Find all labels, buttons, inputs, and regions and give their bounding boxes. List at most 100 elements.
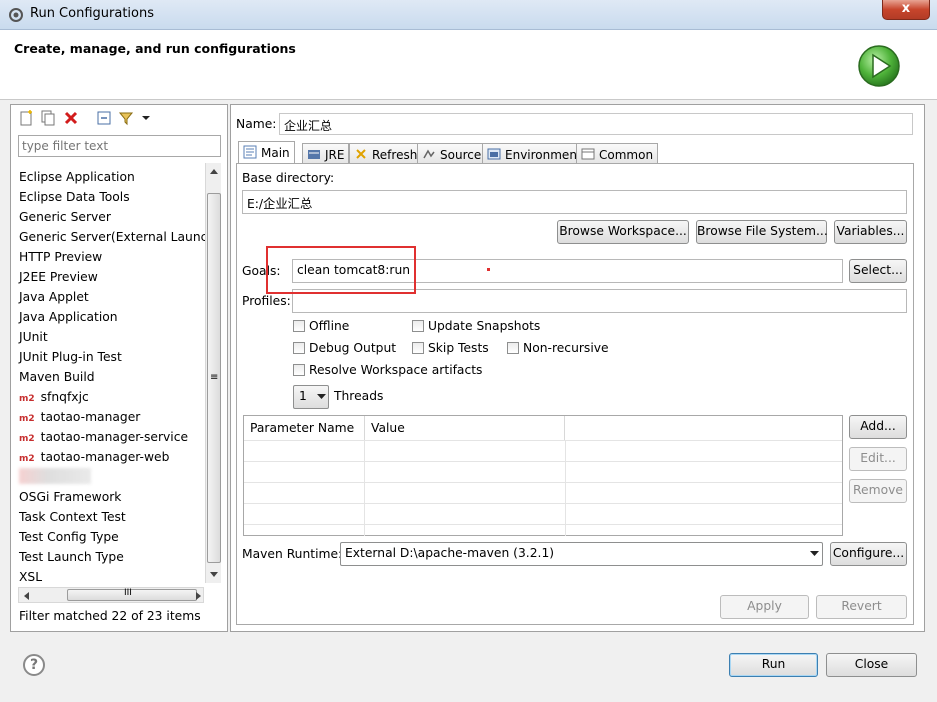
apply-button[interactable]: Apply (720, 595, 809, 619)
scroll-up-icon[interactable] (209, 167, 219, 175)
refresh-icon (356, 149, 366, 159)
chevron-down-icon[interactable] (138, 110, 154, 126)
list-item[interactable]: XSL (19, 567, 42, 583)
list-item[interactable]: Test Config Type (19, 527, 119, 547)
list-item[interactable]: Java Application (19, 307, 118, 327)
maven-icon: m2 (19, 454, 35, 464)
list-item-label: Task Context Test (19, 510, 126, 524)
list-item[interactable]: OSGi Framework (19, 487, 121, 507)
tab-source[interactable]: Source (417, 143, 487, 164)
list-item[interactable]: Maven Build (19, 367, 95, 387)
jre-icon (308, 150, 320, 159)
delete-icon[interactable] (63, 110, 79, 126)
configuration-list: Eclipse Application Eclipse Data Tools Gen… (11, 163, 205, 583)
chevron-down-icon (317, 394, 326, 399)
name-label: Name: (236, 117, 277, 131)
list-item[interactable]: JUnit (19, 327, 48, 347)
list-item[interactable]: Test Launch Type (19, 547, 124, 567)
highlight-annotation (266, 246, 416, 294)
base-directory-input[interactable]: E:/企业汇总 (242, 190, 907, 214)
tab-label: Environment (505, 148, 582, 162)
skip-tests-checkbox[interactable]: Skip Tests (412, 341, 489, 355)
new-config-icon[interactable] (18, 110, 34, 126)
tab-common[interactable]: Common (576, 143, 659, 164)
column-header-parameter-name[interactable]: Parameter Name (244, 416, 365, 440)
tab-refresh[interactable]: Refresh (349, 143, 423, 164)
scroll-left-icon[interactable] (22, 591, 30, 601)
revert-button[interactable]: Revert (816, 595, 907, 619)
run-button[interactable]: Run (729, 653, 818, 677)
checkbox-label: Non-recursive (523, 341, 609, 355)
edit-parameter-button[interactable]: Edit... (849, 447, 907, 471)
maven-runtime-select[interactable]: External D:\apache-maven (3.2.1) (340, 542, 823, 566)
checkbox-label: Skip Tests (428, 341, 489, 355)
tab-label: Source (440, 148, 482, 162)
list-item[interactable]: Eclipse Application (19, 167, 135, 187)
checkbox-box (507, 342, 519, 354)
filter-icon[interactable] (118, 110, 134, 126)
filter-input[interactable] (18, 135, 221, 157)
list-item-label: Maven Build (19, 370, 95, 384)
title-bar: Run Configurations x (0, 0, 937, 30)
column-divider (565, 440, 566, 536)
help-icon[interactable]: ? (23, 654, 45, 676)
list-item[interactable]: m2 sfnqfxjc (19, 387, 89, 407)
list-item-label: Eclipse Application (19, 170, 135, 184)
profiles-label: Profiles: (242, 294, 291, 308)
collapse-all-icon[interactable] (96, 110, 112, 126)
list-item[interactable]: J2EE Preview (19, 267, 98, 287)
parameter-table[interactable]: Parameter Name Value (243, 415, 843, 536)
list-item[interactable]: Java Applet (19, 287, 89, 307)
vertical-scrollbar[interactable]: ≡ (205, 163, 221, 583)
browse-workspace-button[interactable]: Browse Workspace... (557, 220, 689, 244)
gear-icon (9, 8, 23, 22)
list-item-label: Generic Server(External Launch) (19, 230, 205, 244)
add-parameter-button[interactable]: Add... (849, 415, 907, 439)
horizontal-scroll-thumb[interactable]: III (67, 588, 197, 601)
tab-main[interactable]: Main (238, 141, 295, 164)
select-button[interactable]: Select... (849, 259, 907, 283)
list-item-label: JUnit Plug-in Test (19, 350, 122, 364)
name-input[interactable]: 企业汇总 (279, 113, 913, 135)
tab-environment[interactable]: Environment (482, 143, 587, 164)
column-header-value[interactable]: Value (365, 416, 565, 440)
scroll-down-icon[interactable] (209, 571, 219, 579)
list-item[interactable]: Eclipse Data Tools (19, 187, 130, 207)
duplicate-icon[interactable] (40, 110, 56, 126)
base-directory-label: Base directory: (242, 171, 335, 185)
list-item-label: Java Applet (19, 290, 89, 304)
list-item[interactable]: HTTP Preview (19, 247, 102, 267)
browse-file-system-button[interactable]: Browse File System... (696, 220, 828, 244)
non-recursive-checkbox[interactable]: Non-recursive (507, 341, 609, 355)
close-button[interactable]: Close (826, 653, 917, 677)
variables-button[interactable]: Variables... (834, 220, 907, 244)
update-snapshots-checkbox[interactable]: Update Snapshots (412, 319, 540, 333)
list-item[interactable]: m2 taotao-manager-service (19, 427, 188, 447)
debug-output-checkbox[interactable]: Debug Output (293, 341, 396, 355)
vertical-scroll-thumb[interactable]: ≡ (207, 193, 221, 563)
list-item-label: Test Config Type (19, 530, 119, 544)
list-item[interactable]: JUnit Plug-in Test (19, 347, 122, 367)
offline-checkbox[interactable]: Offline (293, 319, 349, 333)
list-item[interactable]: m2 taotao-manager-web (19, 447, 169, 467)
resolve-workspace-checkbox[interactable]: Resolve Workspace artifacts (293, 363, 482, 377)
source-icon (423, 149, 435, 159)
threads-label: Threads (334, 389, 384, 403)
scroll-right-icon[interactable] (195, 591, 203, 601)
list-item[interactable]: m2 taotao-manager (19, 407, 140, 427)
tab-jre[interactable]: JRE (302, 143, 350, 164)
row-divider (244, 524, 842, 525)
list-item-label: Eclipse Data Tools (19, 190, 130, 204)
list-item-label: HTTP Preview (19, 250, 103, 264)
close-window-button[interactable]: x (882, 0, 930, 20)
list-item[interactable]: Generic Server (19, 207, 111, 227)
horizontal-scrollbar[interactable]: III (18, 587, 204, 603)
checkbox-label: Debug Output (309, 341, 397, 355)
configure-button[interactable]: Configure... (830, 542, 907, 566)
list-item[interactable]: Task Context Test (19, 507, 126, 527)
list-item[interactable]: Generic Server(External Launch) (19, 227, 205, 247)
threads-select[interactable]: 1 (293, 385, 329, 409)
remove-parameter-button[interactable]: Remove (849, 479, 907, 503)
environment-icon (487, 148, 501, 160)
list-item[interactable] (19, 467, 91, 487)
